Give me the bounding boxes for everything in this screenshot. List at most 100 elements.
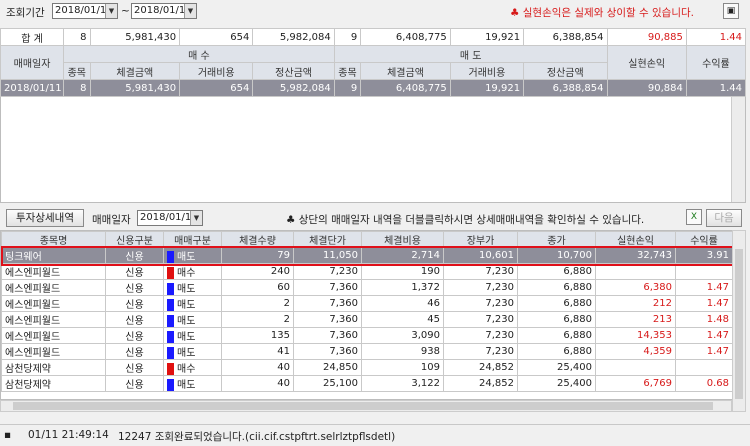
chevron-down-icon[interactable]: ▼: [184, 4, 196, 18]
close-price: 6,880: [517, 327, 596, 344]
stock-name: 삼천당제약: [1, 375, 106, 392]
table-row[interactable]: 에스엔피월드 신용 매도 135 7,360 3,090 7,230 6,880 14,353 1…: [1, 327, 733, 344]
trade-side-label: 매도: [177, 380, 196, 391]
return-rate: 1.48: [675, 311, 733, 328]
header-sell-fee[interactable]: 거래비용: [449, 62, 525, 80]
print-icon[interactable]: ▣: [723, 3, 739, 19]
next-button[interactable]: 다음: [706, 209, 742, 227]
header-qty[interactable]: 체결수량: [221, 231, 294, 248]
realized-pnl: [595, 263, 676, 280]
row-realized: 90,884: [606, 79, 687, 97]
total-sell-items: 9: [333, 28, 362, 46]
return-rate: 1.47: [675, 295, 733, 312]
vertical-scrollbar[interactable]: [732, 230, 746, 412]
table-row[interactable]: 팅크웨어 신용 매도 79 11,050 2,714 10,601 10,700 32,743 3…: [1, 247, 733, 264]
header-buy-items[interactable]: 종목: [63, 62, 91, 80]
stock-name: 에스엔피월드: [1, 295, 106, 312]
realized-pnl: 32,743: [595, 247, 676, 264]
trade-date-label: 매매일자: [92, 214, 131, 226]
return-rate: 3.91: [675, 247, 733, 264]
credit-type: 신용: [105, 343, 164, 360]
header-cost[interactable]: 체결비용: [361, 231, 444, 248]
horizontal-scrollbar[interactable]: [0, 400, 732, 412]
stock-name: 에스엔피월드: [1, 327, 106, 344]
header-side[interactable]: 매매구분: [163, 231, 222, 248]
header-realized[interactable]: 실현손익: [606, 45, 687, 80]
period-label: 조회기간: [6, 7, 45, 19]
side-color-swatch: [167, 347, 174, 359]
book-price: 7,230: [443, 343, 518, 360]
total-sell-fee: 19,921: [449, 28, 525, 46]
table-row[interactable]: 에스엔피월드 신용 매도 41 7,360 938 7,230 6,880 4,359 1.47: [1, 343, 733, 360]
return-rate: 1.47: [675, 279, 733, 296]
close-price: 25,400: [517, 375, 596, 392]
detail-toolbar: 투자상세내역 매매일자 2018/01/11 ▼ ♣ 상단의 매매일자 내역을 …: [0, 206, 750, 230]
table-row[interactable]: 에스엔피월드 신용 매도 2 7,360 46 7,230 6,880 212 1.47: [1, 295, 733, 312]
header-buy-exec[interactable]: 체결금액: [89, 62, 181, 80]
trade-side-label: 매도: [177, 316, 196, 327]
row-buy-items: 8: [63, 79, 91, 97]
header-sell-exec[interactable]: 체결금액: [360, 62, 451, 80]
header-close[interactable]: 종가: [517, 231, 596, 248]
table-row[interactable]: 에스엔피월드 신용 매도 60 7,360 1,372 7,230 6,880 6,380 1.4…: [1, 279, 733, 296]
book-price: 24,852: [443, 359, 518, 376]
table-row[interactable]: 에스엔피월드 신용 매수 240 7,230 190 7,230 6,880: [1, 263, 733, 280]
header-sell-items[interactable]: 종목: [333, 62, 362, 80]
exec-cost: 2,714: [361, 247, 444, 264]
total-return: 1.44: [685, 28, 747, 46]
end-date-field[interactable]: 2018/01/11 ▼: [131, 3, 197, 19]
chevron-down-icon[interactable]: ▼: [105, 4, 117, 18]
header-stock-name[interactable]: 종목명: [1, 231, 106, 248]
exec-price: 7,360: [293, 295, 362, 312]
exec-price: 7,360: [293, 311, 362, 328]
table-row[interactable]: 삼천당제약 신용 매도 40 25,100 3,122 24,852 25,400 6,769 0…: [1, 375, 733, 392]
close-price: 25,400: [517, 359, 596, 376]
realized-warning: ♣ 실현손익은 실제와 상이할 수 있습니다.: [510, 7, 694, 19]
side-color-swatch: [167, 251, 174, 263]
header-pnl[interactable]: 실현손익: [595, 231, 676, 248]
scroll-thumb[interactable]: [13, 402, 713, 410]
realized-pnl: 14,353: [595, 327, 676, 344]
book-price: 7,230: [443, 279, 518, 296]
trade-side-label: 매도: [177, 284, 196, 295]
trade-date-field[interactable]: 2018/01/11 ▼: [137, 210, 203, 226]
summary-table: 합 계 8 5,981,430 654 5,982,084 9 6,408,77…: [0, 28, 747, 97]
exec-price: 7,360: [293, 327, 362, 344]
header-trade-date[interactable]: 매매일자: [0, 45, 65, 80]
book-price: 7,230: [443, 295, 518, 312]
credit-type: 신용: [105, 263, 164, 280]
total-buy-settle: 5,982,084: [252, 28, 335, 46]
exec-qty: 60: [221, 279, 294, 296]
side-color-swatch: [167, 299, 174, 311]
excel-icon[interactable]: X: [686, 209, 702, 225]
header-credit[interactable]: 신용구분: [105, 231, 164, 248]
row-sell-items: 9: [333, 79, 362, 97]
table-row[interactable]: 2018/01/11 8 5,981,430 654 5,982,084 9 6…: [0, 79, 747, 97]
close-price: 6,880: [517, 295, 596, 312]
table-row[interactable]: 에스엔피월드 신용 매도 2 7,360 45 7,230 6,880 213 1.48: [1, 311, 733, 328]
trade-side: 매도: [163, 295, 222, 312]
exec-cost: 3,122: [361, 375, 444, 392]
start-date-field[interactable]: 2018/01/11 ▼: [52, 3, 118, 19]
header-buy-settle[interactable]: 정산금액: [252, 62, 335, 80]
header-return[interactable]: 수익률: [685, 45, 747, 80]
credit-type: 신용: [105, 327, 164, 344]
header-book[interactable]: 장부가: [443, 231, 518, 248]
header-sell-settle[interactable]: 정산금액: [523, 62, 608, 80]
total-buy-exec: 5,981,430: [89, 28, 181, 46]
investment-detail-button[interactable]: 투자상세내역: [6, 209, 84, 227]
exec-cost: 109: [361, 359, 444, 376]
credit-type: 신용: [105, 247, 164, 264]
trade-side: 매도: [163, 247, 222, 264]
exec-cost: 3,090: [361, 327, 444, 344]
total-realized: 90,885: [606, 28, 687, 46]
chevron-down-icon[interactable]: ▼: [190, 211, 202, 225]
header-ret[interactable]: 수익률: [675, 231, 733, 248]
table-row[interactable]: 삼천당제약 신용 매수 40 24,850 109 24,852 25,400: [1, 359, 733, 376]
header-buy-fee[interactable]: 거래비용: [179, 62, 254, 80]
credit-type: 신용: [105, 279, 164, 296]
exec-cost: 938: [361, 343, 444, 360]
exec-cost: 46: [361, 295, 444, 312]
scroll-thumb[interactable]: [735, 249, 743, 399]
header-price[interactable]: 체결단가: [293, 231, 362, 248]
